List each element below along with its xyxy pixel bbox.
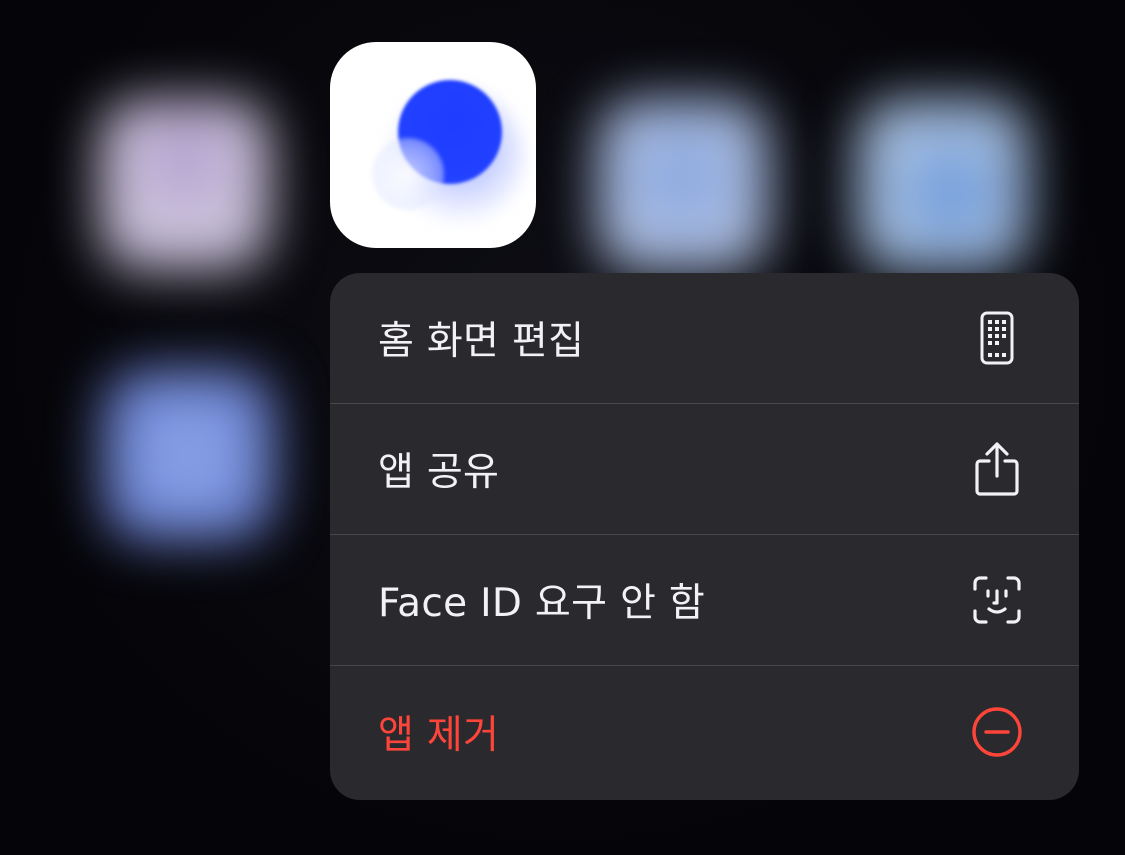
context-menu: 홈 화면 편집 앱 공유 Face ID 요구 안 함 앱 제거 <box>330 273 1079 800</box>
menu-item-share-app[interactable]: 앱 공유 <box>330 404 1079 535</box>
menu-item-label: 홈 화면 편집 <box>378 319 585 364</box>
blurred-app-icon <box>858 100 1028 270</box>
blurred-app-icon <box>100 100 270 270</box>
menu-item-label: Face ID 요구 안 함 <box>378 581 706 626</box>
focused-app-icon[interactable] <box>330 42 536 248</box>
menu-item-label: 앱 공유 <box>378 450 500 495</box>
blurred-app-icon <box>104 370 274 540</box>
blurred-app-icon <box>598 100 768 270</box>
phone-grid-icon <box>971 310 1023 366</box>
home-screen: 홈 화면 편집 앱 공유 Face ID 요구 안 함 앱 제거 <box>0 0 1125 855</box>
menu-item-label: 앱 제거 <box>378 713 500 758</box>
menu-item-remove-app[interactable]: 앱 제거 <box>330 666 1079 798</box>
minus-circle-icon <box>971 704 1023 760</box>
menu-item-edit-home-screen[interactable]: 홈 화면 편집 <box>330 273 1079 404</box>
face-id-icon <box>971 572 1023 628</box>
app-icon-halo <box>372 138 444 210</box>
share-icon <box>971 441 1023 497</box>
menu-item-require-face-id[interactable]: Face ID 요구 안 함 <box>330 535 1079 666</box>
